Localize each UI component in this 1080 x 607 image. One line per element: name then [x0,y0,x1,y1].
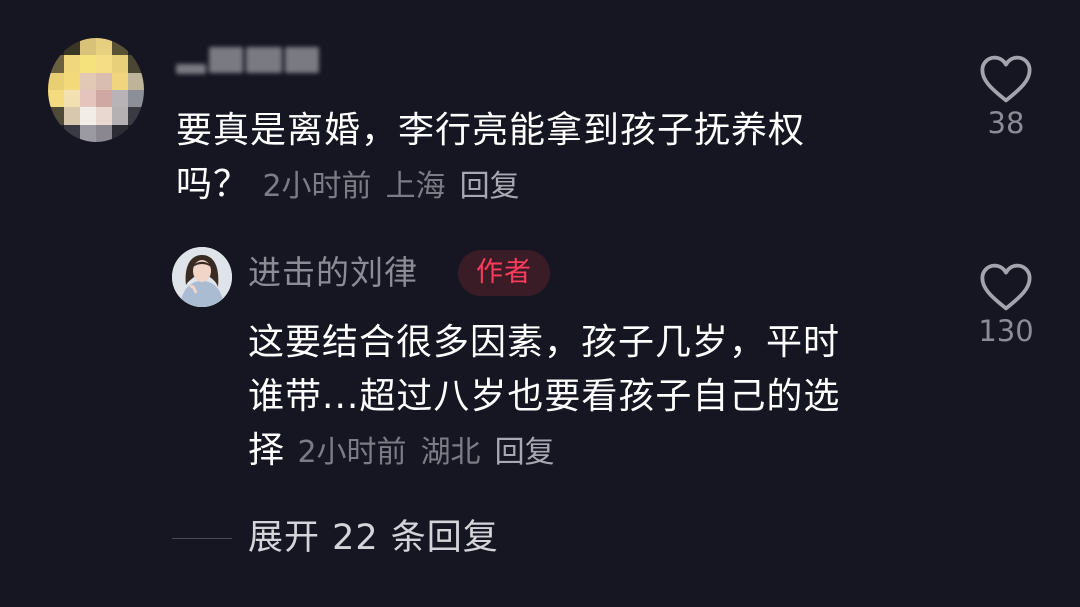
reply-meta: 2小时前 湖北 回复 [297,435,554,470]
author-badge: 作者 [458,250,550,296]
author-avatar[interactable] [172,247,232,307]
comment-like[interactable]: 38 [966,54,1046,140]
reply-text-line: 这要结合很多因素，孩子几岁，平时 [248,322,841,363]
comment-text-line: 吗？ [176,164,251,205]
reply-button[interactable]: 回复 [460,169,520,204]
expand-replies-button[interactable]: 展开 22 条回复 [248,514,499,562]
like-count: 38 [987,106,1025,140]
reply-body: 这要结合很多因素，孩子几岁，平时 谁带...超过八岁也要看孩子自己的选 择 2小… [248,316,938,480]
comment-text-line: 要真是离婚，李行亮能拿到孩子抚养权 [176,110,806,151]
reply-text-line: 谁带...超过八岁也要看孩子自己的选 [248,376,841,417]
reply-button[interactable]: 回复 [495,435,555,470]
expand-divider [172,538,232,539]
author-portrait-image [172,247,232,307]
commenter-avatar[interactable] [48,38,144,142]
comment-body: 要真是离婚，李行亮能拿到孩子抚养权 吗？ 2小时前 上海 回复 [176,104,916,214]
comment-time: 2小时前 [262,169,372,204]
reply-location: 湖北 [420,435,481,470]
reply-time: 2小时前 [297,435,407,470]
commenter-username[interactable] [176,42,326,78]
like-count: 130 [978,314,1034,348]
heart-outline-icon[interactable] [979,262,1033,312]
comment-location: 上海 [385,169,446,204]
author-name[interactable]: 进击的刘律 [248,250,418,296]
reply-like[interactable]: 130 [966,262,1046,348]
comment-section: 要真是离婚，李行亮能拿到孩子抚养权 吗？ 2小时前 上海 回复 38 进击的刘律 作… [0,0,1080,607]
reply-text-line: 择 [248,430,286,471]
heart-outline-icon[interactable] [979,54,1033,104]
comment-meta: 2小时前 上海 回复 [262,169,519,204]
